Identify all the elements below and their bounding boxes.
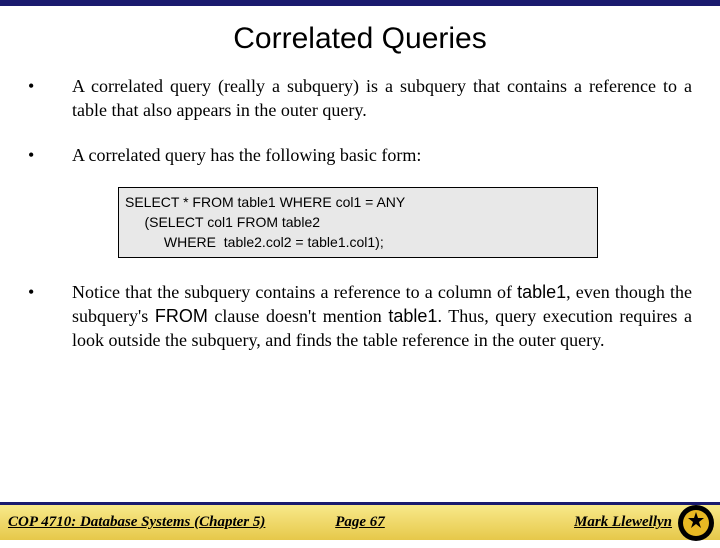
- bullet-marker: •: [28, 280, 72, 353]
- bullet-item: • A correlated query has the following b…: [28, 143, 692, 167]
- bullet-item: • A correlated query (really a subquery)…: [28, 74, 692, 123]
- footer: COP 4710: Database Systems (Chapter 5) P…: [0, 502, 720, 540]
- footer-bar: COP 4710: Database Systems (Chapter 5) P…: [0, 505, 720, 540]
- bullet-marker: •: [28, 143, 72, 167]
- bullet-text: A correlated query has the following bas…: [72, 143, 692, 167]
- code-inline: FROM: [155, 306, 208, 326]
- footer-page: Page 67: [335, 514, 385, 531]
- code-block: SELECT * FROM table1 WHERE col1 = ANY (S…: [118, 187, 598, 258]
- bullet-marker: •: [28, 74, 72, 123]
- text-part: Notice that the subquery contains a refe…: [72, 282, 517, 302]
- bullet-item: • Notice that the subquery contains a re…: [28, 280, 692, 353]
- code-inline: table1: [388, 306, 437, 326]
- bullet-text: Notice that the subquery contains a refe…: [72, 280, 692, 353]
- top-border-bar: [0, 0, 720, 6]
- footer-author: Mark Llewellyn: [574, 514, 672, 531]
- ucf-logo-icon: [676, 503, 716, 543]
- text-part: clause doesn't mention: [208, 306, 389, 326]
- slide-title: Correlated Queries: [0, 22, 720, 56]
- bullet-text: A correlated query (really a subquery) i…: [72, 74, 692, 123]
- code-inline: table1: [517, 282, 566, 302]
- footer-course: COP 4710: Database Systems (Chapter 5): [0, 514, 265, 531]
- slide-content: • A correlated query (really a subquery)…: [0, 74, 720, 353]
